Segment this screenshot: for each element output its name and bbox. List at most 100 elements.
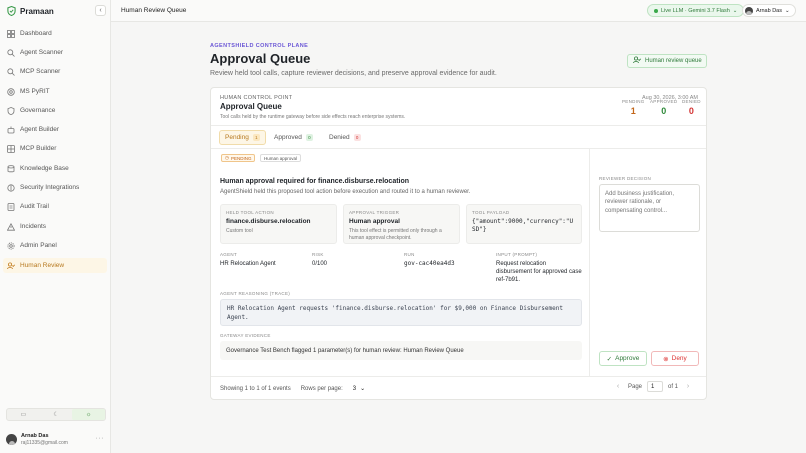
tab-denied[interactable]: Denied 0 — [324, 130, 366, 145]
check-circle-icon: ✓ — [606, 355, 613, 363]
sidebar-item-human-review[interactable]: Human Review — [3, 258, 107, 273]
rows-per-page-select[interactable]: 3 ⌄ — [352, 385, 366, 393]
database-icon — [7, 164, 15, 173]
sidebar-item-audit-trail[interactable]: Audit Trail — [3, 199, 107, 214]
sidebar-item-security-integrations[interactable]: Security Integrations — [3, 180, 107, 195]
grid-icon — [7, 144, 15, 153]
sidebar-item-knowledge-base[interactable]: Knowledge Base — [3, 161, 107, 176]
tab-count: 0 — [353, 134, 361, 141]
sidebar-item-mcp-scanner[interactable]: MCP Scanner — [3, 64, 107, 79]
more-icon[interactable]: ··· — [96, 435, 105, 442]
sidebar-item-label: Security Integrations — [20, 184, 80, 191]
human-review-queue-button[interactable]: Human review queue — [627, 54, 707, 68]
type-badge: Human approval — [260, 154, 302, 162]
next-page-button[interactable]: › — [683, 381, 693, 392]
trigger-note: This tool effect is permitted only throu… — [349, 228, 442, 241]
approval-trigger-box: APPROVAL TRIGGER Human approval This too… — [343, 204, 460, 244]
monitor-icon: ▭ — [20, 412, 27, 418]
avatar — [745, 6, 753, 15]
reasoning-trace: HR Relocation Agent requests 'finance.di… — [220, 299, 582, 326]
user-card[interactable]: Arnab Das raj11335@gmail.com ··· — [4, 430, 108, 449]
held-tool-box: HELD TOOL ACTION finance.disburse.reloca… — [220, 204, 337, 244]
user-menu-name: Arnab Das — [756, 7, 782, 14]
sidebar-item-label: Admin Panel — [20, 242, 57, 249]
decision-rationale-input[interactable] — [599, 184, 700, 232]
sidebar-item-dashboard[interactable]: Dashboard — [3, 26, 107, 41]
theme-dark-button[interactable]: ☾ — [40, 409, 73, 420]
dashboard-icon — [7, 29, 15, 38]
divider — [211, 125, 706, 126]
request-subtitle: AgentShield held this proposed tool acti… — [220, 189, 471, 195]
app-name: Pramaan — [20, 6, 54, 16]
agent-meta: AGENT HR Relocation Agent — [220, 252, 276, 268]
user-check-icon — [633, 56, 641, 66]
brand[interactable]: Pramaan — [7, 6, 54, 16]
stat-value: 1 — [630, 106, 636, 116]
sidebar-item-agent-scanner[interactable]: Agent Scanner — [3, 45, 107, 60]
request-timestamp: Aug 30, 2026, 3:00 AM — [642, 95, 698, 101]
tab-approved[interactable]: Approved 0 — [269, 130, 318, 145]
deny-button[interactable]: ⊗ Deny — [651, 351, 699, 366]
collapse-sidebar-button[interactable]: ‹ — [95, 5, 106, 16]
input-value: Request relocation disbursement for appr… — [496, 261, 582, 284]
moon-icon: ☾ — [53, 412, 59, 418]
theme-light-button[interactable]: ▭ — [7, 409, 40, 420]
button-label: Human review queue — [645, 58, 702, 64]
request-title: Human approval required for finance.disb… — [220, 178, 410, 185]
user-name: Arnab Das — [21, 433, 49, 439]
reasoning-label: AGENT REASONING (TRACE) — [220, 291, 291, 296]
request-detail: ◷ PENDING Human approval Human approval … — [212, 148, 590, 376]
sidebar-item-admin-panel[interactable]: Admin Panel — [3, 238, 107, 253]
avatar — [6, 434, 17, 445]
page-eyebrow: AGENTSHIELD CONTROL PLANE — [210, 43, 309, 49]
rows-per-page-value: 3 — [352, 385, 357, 392]
page-breadcrumb: Human Review Queue — [121, 7, 187, 14]
sidebar-item-label: MCP Builder — [20, 145, 57, 152]
approve-label: Approve — [615, 355, 640, 362]
pagination: ‹ Page 1 of 1 › — [613, 381, 693, 392]
sidebar-item-mcp-builder[interactable]: MCP Builder — [3, 141, 107, 156]
sidebar-item-label: Human Review — [20, 262, 65, 269]
tab-pending[interactable]: Pending 1 — [219, 130, 266, 145]
chevron-left-icon: ‹ — [99, 7, 102, 14]
stat-pending: PENDING 1 — [622, 99, 645, 116]
target-icon — [7, 87, 15, 96]
status-dot-icon — [654, 8, 658, 13]
stat-value: 0 — [688, 106, 694, 116]
sidebar-item-agent-builder[interactable]: Agent Builder — [3, 122, 107, 137]
meta-label: RISK — [312, 252, 324, 257]
prev-page-button[interactable]: ‹ — [613, 381, 623, 392]
page-title: Approval Queue — [210, 51, 311, 66]
meta-label: RUN — [404, 252, 415, 257]
tab-label: Approved — [274, 134, 302, 141]
risk-meta: RISK 0/100 — [312, 252, 327, 268]
plug-icon — [7, 183, 15, 192]
user-menu[interactable]: Arnab Das ⌄ — [742, 4, 796, 17]
bot-icon — [7, 126, 15, 134]
stat-denied: DENIED 0 — [682, 99, 701, 116]
tool-payload-box: TOOL PAYLOAD {"amount":9000,"currency":"… — [466, 204, 582, 244]
tab-label: Pending — [225, 134, 249, 141]
sidebar-item-label: Incidents — [20, 223, 47, 230]
page-input[interactable]: 1 — [647, 381, 664, 392]
theme-switcher: ▭ ☾ ☼ — [6, 408, 106, 421]
chevron-down-icon: ⌄ — [360, 386, 366, 392]
payload-value: {"amount":9000,"currency":"USD"} — [472, 218, 574, 234]
sidebar-item-incidents[interactable]: Incidents — [3, 219, 107, 234]
approval-queue-card: HUMAN CONTROL POINT Approval Queue Tool … — [210, 87, 707, 400]
user-check-icon — [7, 261, 15, 270]
approve-button[interactable]: ✓ Approve — [599, 351, 647, 366]
decision-label: REVIEWER DECISION — [599, 176, 652, 181]
tab-label: Denied — [329, 134, 350, 141]
sidebar-item-ms-pyrit[interactable]: MS PyRIT — [3, 84, 107, 99]
box-label: TOOL PAYLOAD — [472, 210, 510, 215]
sidebar-item-governance[interactable]: Governance — [3, 103, 107, 118]
stat-approved: APPROVED 0 — [650, 99, 677, 116]
run-meta: RUN gov-cac40ea4d3 — [404, 252, 455, 268]
llm-status-selector[interactable]: Live LLM · Gemini 3.7 Flash ⌄ — [647, 4, 745, 17]
chevron-down-icon: ⌄ — [732, 7, 738, 14]
clock-icon: ◷ — [225, 155, 229, 160]
sidebar-item-label: Governance — [20, 107, 56, 114]
x-circle-icon: ⊗ — [663, 355, 669, 363]
theme-system-button[interactable]: ☼ — [72, 409, 106, 420]
